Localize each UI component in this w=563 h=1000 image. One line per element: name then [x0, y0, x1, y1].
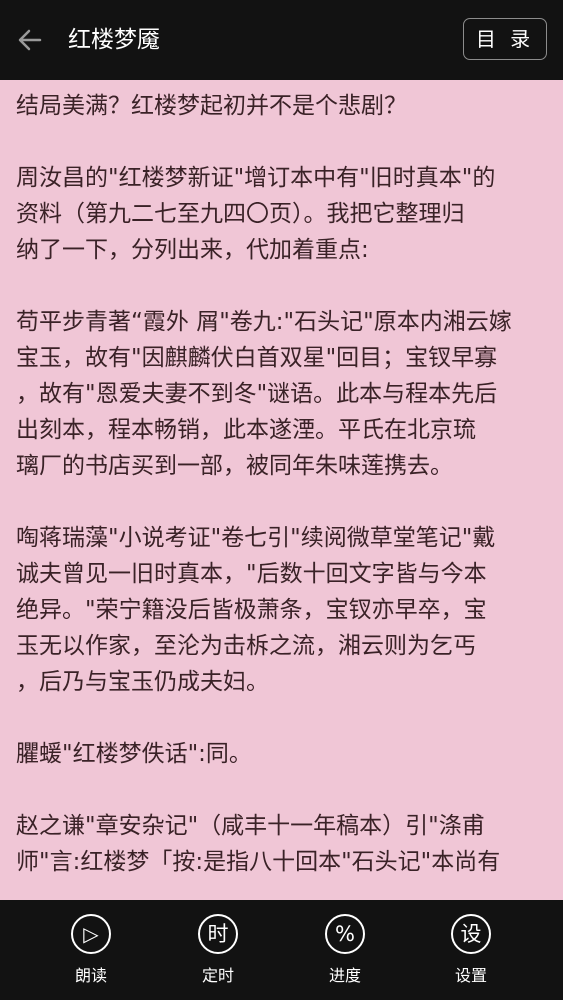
reading-area[interactable]: 既令宝玉湘云白头偕老，使其美梦回事，且自 结局美满？红楼梦起初并不是个悲剧？ 周… [0, 80, 563, 900]
text-line: 师"言:红楼梦「按:是指八十回本"石头记"本尚有 [16, 849, 501, 875]
text-line: 资料（第九二七至九四〇页）。我把它整理归 [16, 201, 465, 227]
text-line: 啕蒋瑞藻"小说考证"卷七引"续阅微草堂笔记"戴 [16, 525, 496, 551]
read-aloud-label: 朗读 [74, 966, 107, 985]
text-line: 既令宝玉湘云白头偕老，使其美梦回事，且自 [16, 80, 548, 88]
timer-button[interactable]: 时 定时 [178, 914, 258, 992]
text-line: 玉无以作家，至沦为击柝之流，湘云则为乞丐 [16, 633, 476, 659]
play-icon: ▷ [71, 914, 111, 954]
text-line: ，后乃与宝玉仍成夫妇。 [16, 669, 269, 695]
book-title: 红楼梦魇 [68, 27, 160, 53]
book-text: 既令宝玉湘云白头偕老，使其美梦回事，且自 结局美满？红楼梦起初并不是个悲剧？ 周… [16, 80, 548, 880]
text-line: 结局美满？红楼梦起初并不是个悲剧？ [16, 93, 407, 119]
text-line: 出刻本，程本畅销，此本遂湮。平氏在北京琉 [16, 417, 476, 443]
progress-button[interactable]: % 进度 [305, 914, 385, 992]
progress-label: 进度 [328, 966, 361, 985]
settings-icon: 设 [451, 914, 491, 954]
timer-label: 定时 [201, 966, 234, 985]
text-line: 璃厂的书店买到一部，被同年朱味莲携去。 [16, 453, 453, 479]
text-line: 纳了一下，分列出来，代加着重点: [16, 237, 369, 263]
timer-icon: 时 [198, 914, 238, 954]
text-line: 苟平步青著“霞外 屑"卷九:"石头记"原本内湘云嫁 [16, 309, 512, 335]
settings-button[interactable]: 设 设置 [431, 914, 511, 992]
percent-icon: % [325, 914, 365, 954]
table-of-contents-button[interactable]: 目 录 [463, 18, 547, 60]
text-line: 周汝昌的"红楼梦新证"增订本中有"旧时真本"的 [16, 165, 496, 191]
text-line: ，故有"恩爱夫妻不到冬"谜语。此本与程本先后 [16, 381, 498, 407]
back-arrow-icon[interactable] [14, 24, 46, 56]
bottom-toolbar: ▷ 朗读 时 定时 % 进度 设 设置 [0, 900, 563, 1000]
read-aloud-button[interactable]: ▷ 朗读 [51, 914, 131, 992]
settings-label: 设置 [454, 966, 487, 985]
text-line: 臞蝯"红楼梦佚话":同。 [16, 741, 252, 767]
text-line: 绝异。"荣宁籍没后皆极萧条，宝钗亦早卒，宝 [16, 597, 487, 623]
text-line: 宝玉，故有"因麒麟伏白首双星"回目；宝钗早寡 [16, 345, 498, 371]
text-line: 赵之谦"章安杂记"（咸丰十一年稿本）引"涤甫 [16, 813, 485, 839]
text-line: 诚夫曾见一旧时真本，"后数十回文字皆与今本 [16, 561, 487, 587]
top-app-bar: 红楼梦魇 目 录 [0, 0, 563, 80]
